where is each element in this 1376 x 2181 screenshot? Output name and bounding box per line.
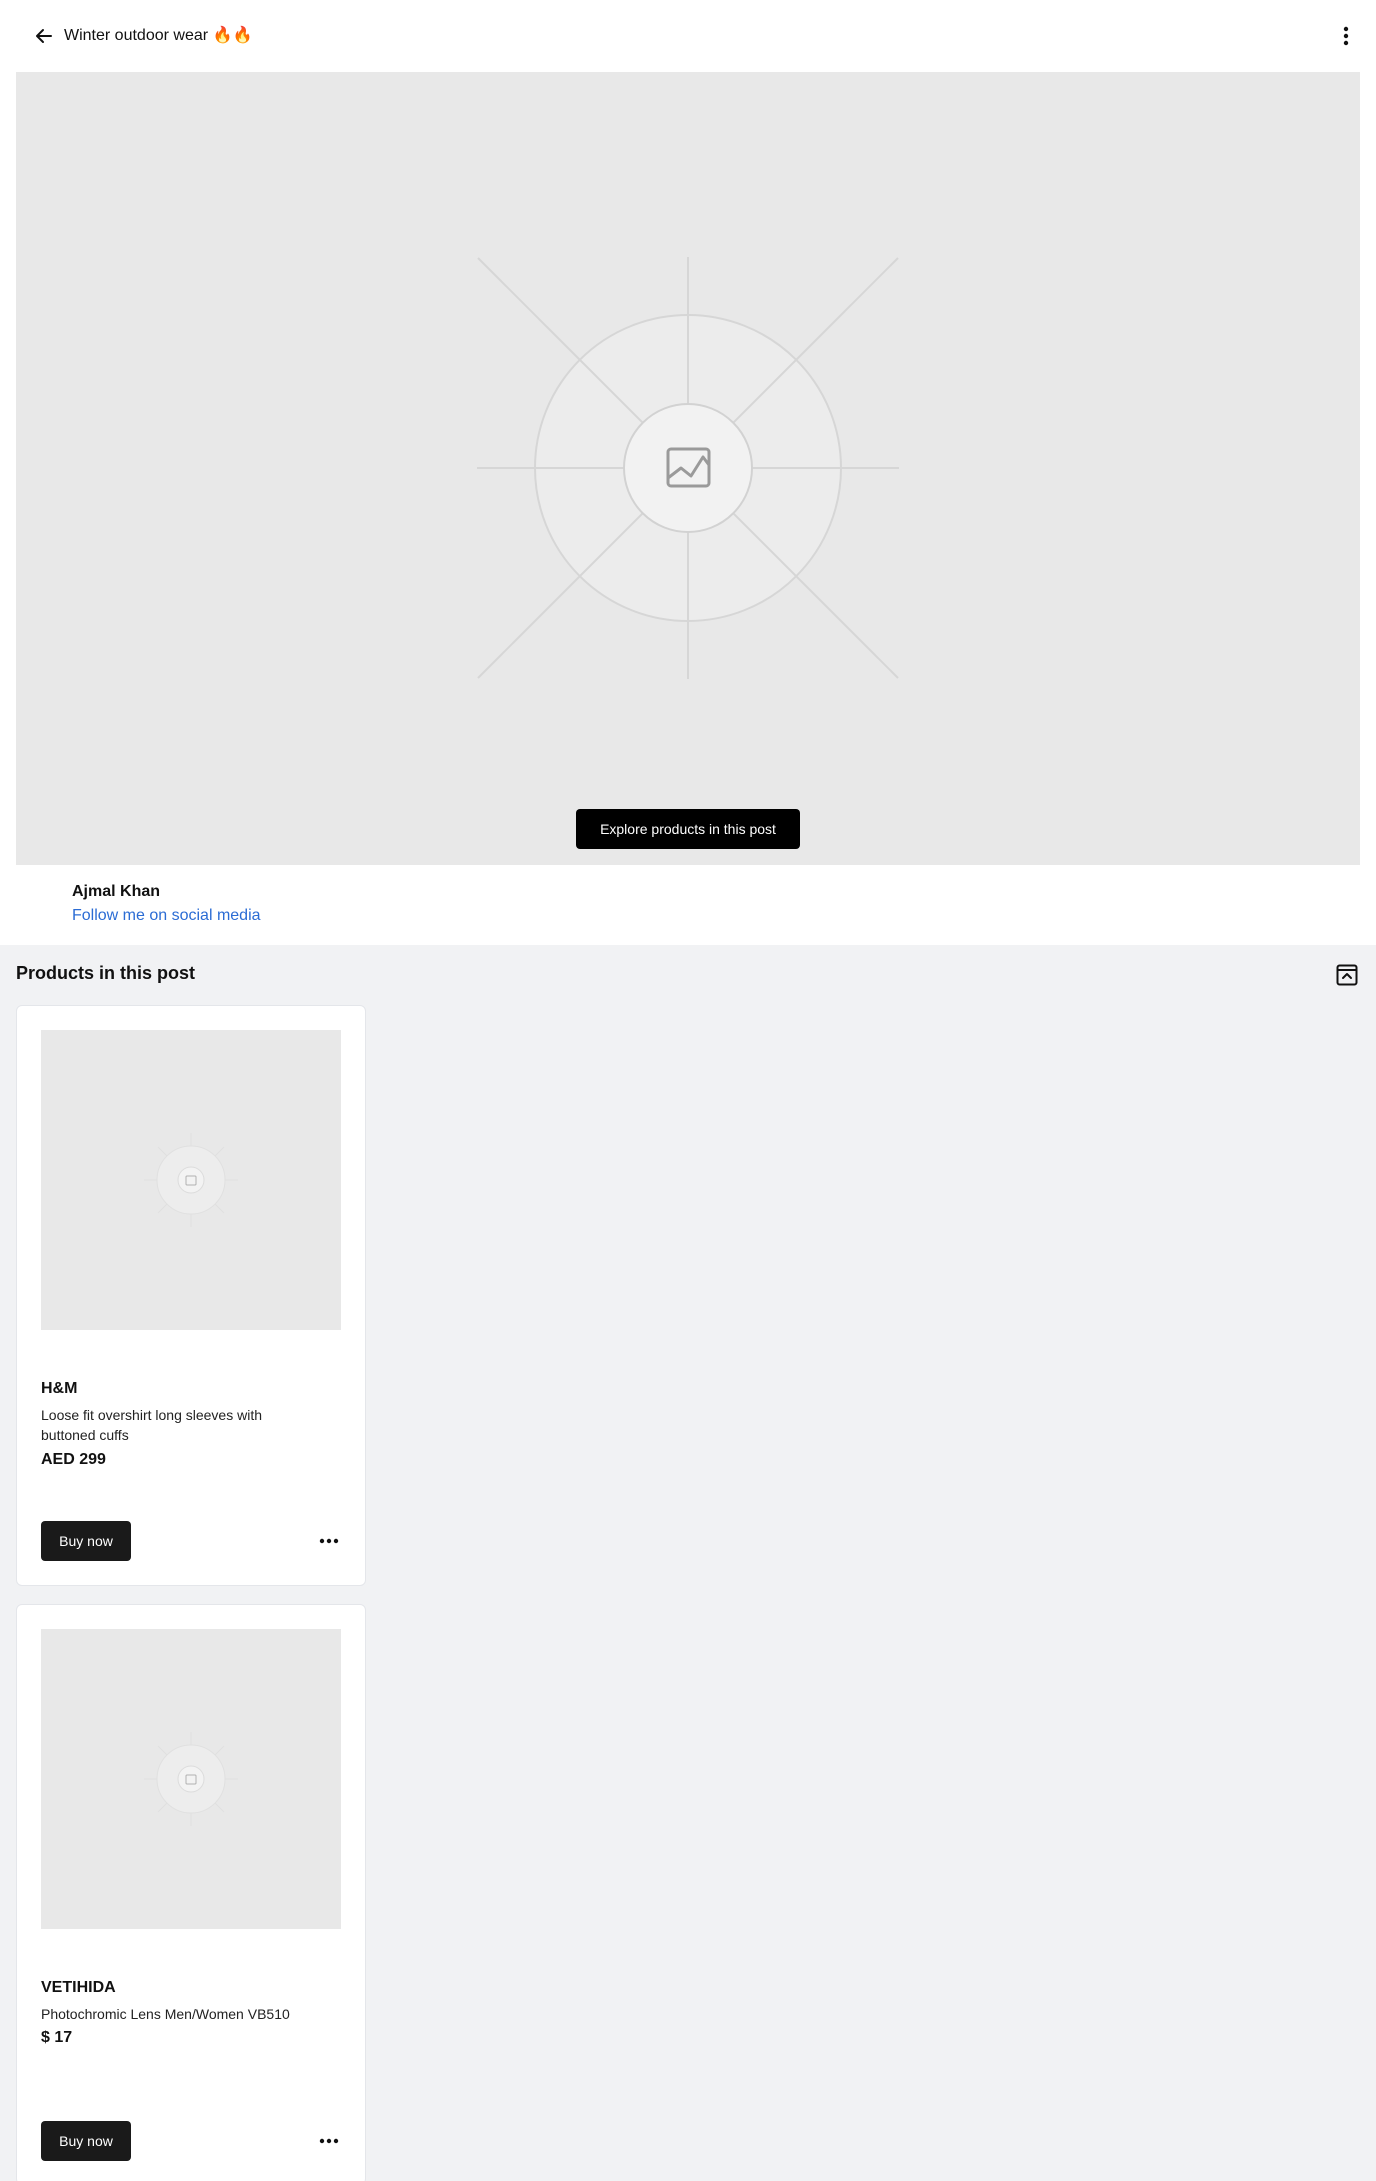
- post-hero-image: Explore products in this post: [16, 72, 1360, 865]
- social-media-link[interactable]: Follow me on social media: [72, 907, 261, 925]
- product-image: [41, 1629, 341, 1929]
- products-section: Products in this post H&M Loose fit over…: [0, 945, 1376, 2181]
- more-options-button[interactable]: [1330, 20, 1362, 52]
- page-title: Winter outdoor wear 🔥🔥: [64, 24, 252, 48]
- vertical-dots-icon: [1343, 26, 1349, 46]
- horizontal-dots-icon: [319, 2138, 339, 2144]
- product-brand: H&M: [41, 1380, 78, 1397]
- products-section-title: Products in this post: [16, 963, 196, 983]
- buy-now-button[interactable]: Buy now: [41, 2121, 131, 2161]
- product-more-button[interactable]: [315, 1527, 343, 1555]
- horizontal-dots-icon: [319, 1538, 339, 1544]
- image-placeholder-icon: [477, 257, 899, 679]
- author-name: Ajmal Khan: [72, 883, 161, 900]
- product-more-button[interactable]: [315, 2127, 343, 2155]
- image-placeholder-icon: [144, 1133, 238, 1227]
- product-card: VETIHIDA Photochromic Lens Men/Women VB5…: [16, 1604, 366, 2181]
- explore-products-button[interactable]: Explore products in this post: [576, 809, 800, 849]
- product-price: $ 17: [41, 2029, 73, 2046]
- author-info: Ajmal Khan Follow me on social media: [0, 865, 1376, 945]
- back-button[interactable]: [28, 20, 60, 52]
- arrow-left-icon: [36, 29, 52, 43]
- product-image: [41, 1030, 341, 1330]
- collapse-panel-icon: [1336, 964, 1358, 986]
- product-description: Loose fit overshirt long sleeves with bu…: [41, 1407, 262, 1443]
- buy-now-button[interactable]: Buy now: [41, 1521, 131, 1561]
- collapse-products-button[interactable]: [1334, 962, 1360, 988]
- product-card: H&M Loose fit overshirt long sleeves wit…: [16, 1005, 366, 1586]
- image-placeholder-icon: [144, 1732, 238, 1826]
- product-brand: VETIHIDA: [41, 1979, 116, 1996]
- top-bar: Winter outdoor wear 🔥🔥: [0, 0, 1376, 72]
- product-description: Photochromic Lens Men/Women VB510: [41, 2006, 290, 2022]
- product-price: AED 299: [41, 1451, 106, 1468]
- flame-emoji: 🔥🔥: [212, 27, 253, 44]
- page-title-text: Winter outdoor wear: [64, 27, 209, 44]
